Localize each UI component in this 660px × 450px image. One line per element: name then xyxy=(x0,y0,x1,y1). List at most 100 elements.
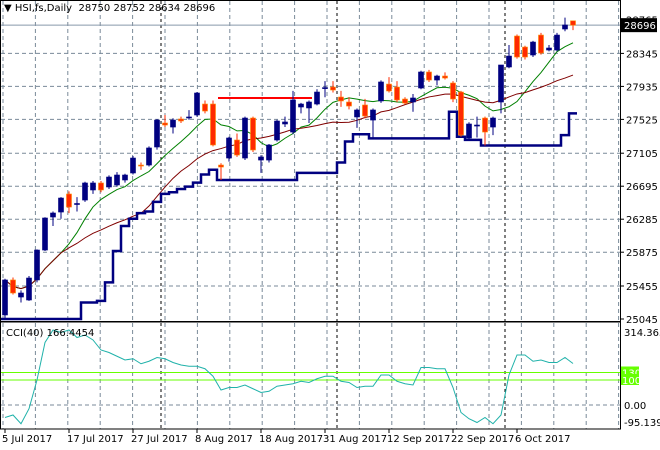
symbol-label: HSI,fs,Daily xyxy=(14,3,73,14)
candle xyxy=(530,40,536,58)
high-value: 28752 xyxy=(113,3,146,14)
candle xyxy=(458,90,464,137)
candle xyxy=(42,217,48,251)
candle xyxy=(338,90,344,107)
candle xyxy=(562,17,568,32)
candle xyxy=(514,34,520,59)
y-tick-label: 28345 xyxy=(626,49,658,60)
candle-body xyxy=(354,109,360,118)
candle xyxy=(186,110,192,120)
candle xyxy=(450,81,456,103)
y-tick-label: 25045 xyxy=(626,315,658,326)
candle xyxy=(362,98,368,119)
candle-body xyxy=(18,292,24,298)
current-price-label: 28696 xyxy=(624,21,656,32)
candle-body xyxy=(450,82,456,100)
candle-body xyxy=(2,279,8,316)
open-value: 28750 xyxy=(78,3,111,14)
candle xyxy=(370,108,376,139)
candle xyxy=(386,77,392,93)
triangle-down-icon[interactable]: ▼ xyxy=(4,3,15,14)
candle-body xyxy=(42,217,48,251)
candle xyxy=(170,118,176,134)
candle-body xyxy=(218,164,224,168)
candle-body xyxy=(106,176,112,188)
candle-body xyxy=(114,174,120,186)
candle xyxy=(314,89,320,106)
y-tick-label: 27105 xyxy=(626,149,658,160)
grid xyxy=(1,1,620,429)
candle xyxy=(506,44,512,69)
slow-moving-average-line xyxy=(4,74,574,290)
candle xyxy=(378,80,384,103)
candle-body xyxy=(322,87,328,89)
candle xyxy=(10,277,16,295)
y-tick-label: 26285 xyxy=(626,215,658,226)
cci-y-tick-label: -95.1391 xyxy=(624,418,660,429)
candle xyxy=(482,116,488,146)
candle-body xyxy=(10,279,16,294)
x-tick-label: 31 Aug 2017 xyxy=(323,434,387,445)
candle xyxy=(498,64,504,114)
candle-body xyxy=(466,123,472,139)
candle xyxy=(154,118,160,150)
candle xyxy=(98,180,104,193)
x-tick-label: 27 Jul 2017 xyxy=(131,434,188,445)
candle xyxy=(346,97,352,110)
candle xyxy=(122,173,128,183)
candle xyxy=(522,45,528,60)
candle xyxy=(258,155,264,173)
candle-body xyxy=(226,137,232,159)
candle xyxy=(130,156,136,175)
candle-body xyxy=(258,156,264,161)
candle-body xyxy=(442,75,448,79)
candle xyxy=(354,108,360,128)
candle-body xyxy=(186,116,192,119)
candle-body xyxy=(314,91,320,105)
candle-body xyxy=(250,117,256,151)
axes: 2876528345279352752527105266952628525875… xyxy=(0,0,660,445)
price-chart[interactable]: 2876528345279352752527105266952628525875… xyxy=(0,0,660,450)
y-tick-label: 27935 xyxy=(626,82,658,93)
cci-label: CCI(40) xyxy=(6,328,44,339)
low-value: 28634 xyxy=(148,3,181,14)
candle-body xyxy=(346,101,352,107)
candle-body xyxy=(98,182,104,191)
cci-plot xyxy=(1,329,620,425)
candle-body xyxy=(506,55,512,68)
candle-body xyxy=(338,96,344,102)
candle xyxy=(490,116,496,136)
candle xyxy=(266,143,272,163)
candle xyxy=(34,249,40,283)
candle-body xyxy=(330,86,336,91)
candle xyxy=(18,290,24,303)
candle-body xyxy=(490,117,496,128)
candle xyxy=(538,32,544,55)
close-value: 28696 xyxy=(183,3,216,14)
candle-body xyxy=(458,91,464,136)
candle-body xyxy=(162,122,168,126)
candle xyxy=(218,163,224,181)
candle-body xyxy=(178,118,184,122)
candle-body xyxy=(298,103,304,108)
candle xyxy=(114,172,120,187)
candle-body xyxy=(434,75,440,81)
candle-body xyxy=(58,197,64,213)
x-tick-label: 17 Jul 2017 xyxy=(67,434,124,445)
cci-y-tick-label: 314.3633 xyxy=(624,328,660,339)
candle xyxy=(178,116,184,124)
candle xyxy=(418,70,424,90)
candle xyxy=(202,100,208,114)
candle xyxy=(138,162,144,170)
candle xyxy=(546,44,552,52)
candle-body xyxy=(74,203,80,205)
candle-body xyxy=(538,34,544,54)
price-plot xyxy=(1,17,577,321)
candle-body xyxy=(554,34,560,51)
candle-body xyxy=(370,109,376,121)
candle-body xyxy=(498,64,504,103)
candle-body xyxy=(546,47,552,51)
candle xyxy=(250,116,256,152)
candle-body xyxy=(514,35,520,58)
x-tick-label: 6 Oct 2017 xyxy=(515,434,570,445)
